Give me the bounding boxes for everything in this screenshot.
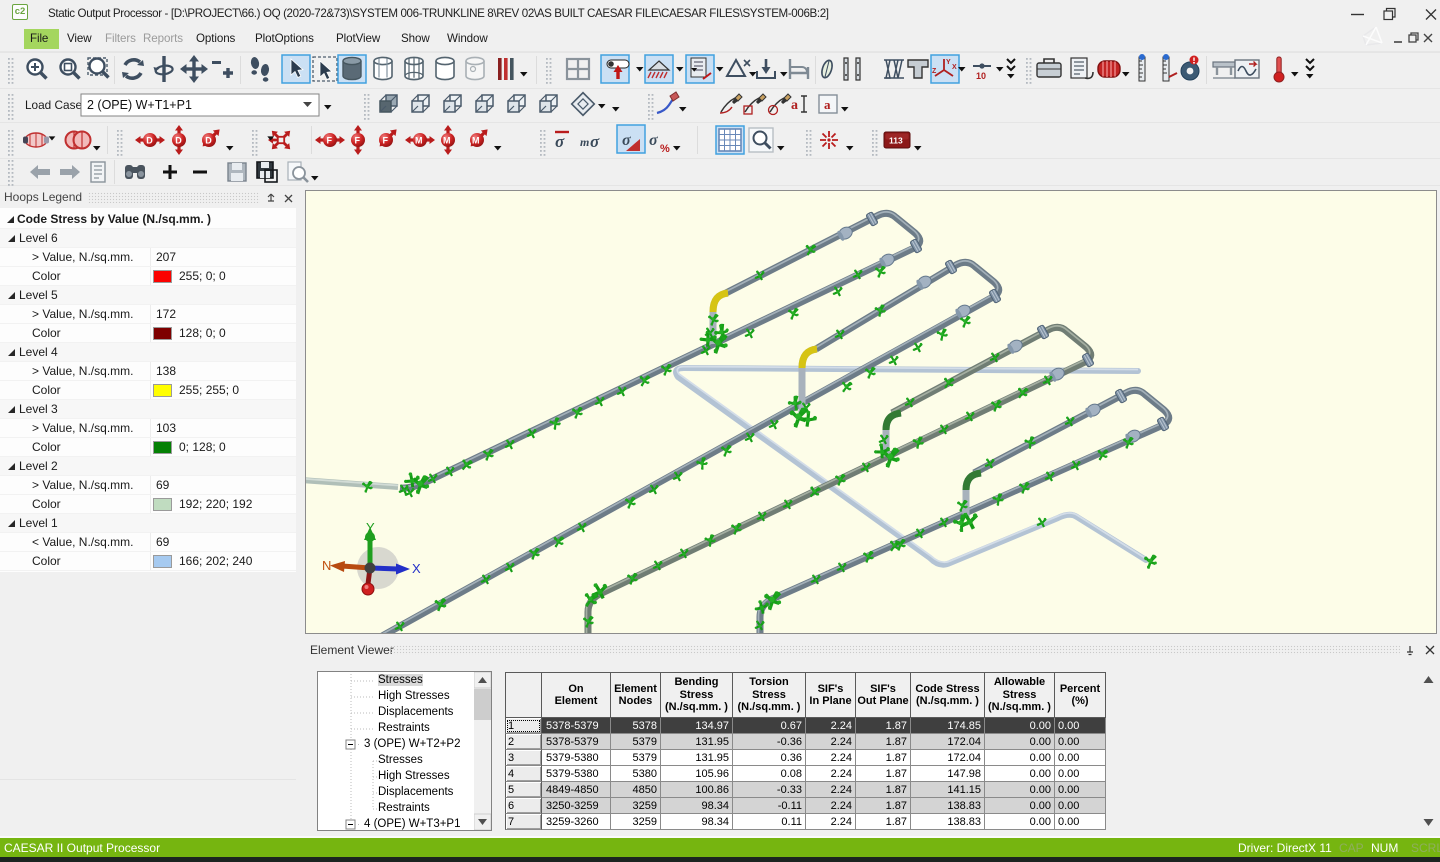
svg-text:2 (OPE) W+T1+P1: 2 (OPE) W+T1+P1 (87, 98, 192, 112)
svg-text:σ: σ (590, 132, 600, 151)
svg-text:F: F (383, 136, 389, 146)
svg-text:m: m (580, 135, 589, 149)
svg-text:σ: σ (649, 132, 658, 149)
svg-text:a: a (824, 97, 831, 112)
svg-text:a: a (791, 98, 798, 113)
svg-text:Y: Y (366, 520, 375, 535)
svg-text:X: X (412, 561, 421, 576)
svg-text:M: M (443, 136, 451, 146)
svg-text:D: D (175, 136, 182, 146)
svg-text:D: D (205, 136, 212, 146)
svg-text:Y: Y (946, 59, 951, 66)
svg-text:σ: σ (622, 132, 631, 149)
svg-text:M: M (415, 136, 423, 146)
svg-text:F: F (327, 136, 333, 146)
svg-text:113: 113 (889, 136, 903, 146)
svg-text:Load Case: Load Case (25, 98, 82, 112)
svg-text:F: F (355, 136, 361, 146)
svg-text:Z: Z (932, 68, 937, 75)
svg-text:σ: σ (555, 132, 565, 151)
svg-text:X: X (952, 64, 957, 71)
svg-text:10: 10 (976, 71, 986, 81)
svg-text:%: % (660, 143, 670, 155)
svg-text:M: M (472, 136, 480, 146)
svg-text:D: D (146, 136, 153, 146)
svg-text:N: N (322, 558, 331, 573)
